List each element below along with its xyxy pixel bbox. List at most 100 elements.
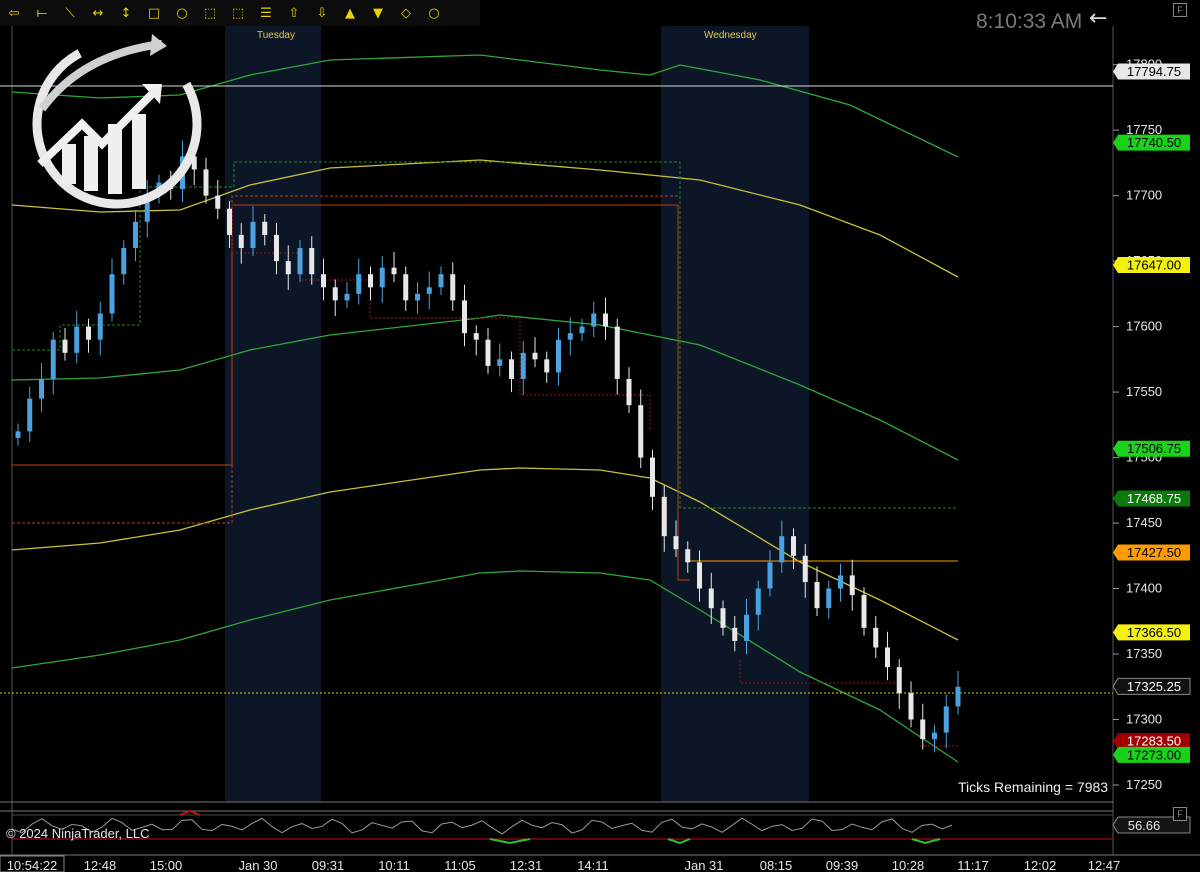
y-tick-label: 17550: [1126, 384, 1162, 399]
x-tick-label: 09:39: [826, 858, 859, 872]
x-tick-label: 10:11: [378, 858, 410, 872]
candle-body: [473, 333, 479, 340]
region-tool[interactable]: ⬚: [196, 1, 224, 25]
candle-body: [932, 732, 937, 740]
candle-body: [626, 378, 632, 406]
candle-body: [943, 706, 949, 733]
range-low-line: [12, 204, 690, 581]
ellipse-tool[interactable]: ○: [168, 1, 196, 25]
session-label-tuesday: Tuesday: [257, 30, 295, 41]
copyright-notice: © 2024 NinjaTrader, LLC: [6, 826, 150, 841]
candle-body: [638, 405, 644, 458]
back-arrow-icon[interactable]: ←: [1089, 6, 1107, 31]
x-tick-label: 10:28: [892, 858, 925, 872]
x-tick-label: 12:31: [510, 858, 543, 872]
y-tick-label: 17600: [1126, 319, 1162, 334]
back-tool[interactable]: ⇦: [0, 1, 28, 25]
candle-body: [873, 627, 879, 648]
price-tag-label: 17427.50: [1127, 545, 1181, 560]
candle-body: [744, 614, 749, 641]
y-tick-label: 17450: [1126, 515, 1162, 530]
rectangle-tool[interactable]: □: [140, 1, 168, 25]
candle-body: [661, 496, 667, 537]
candle-body: [814, 581, 820, 609]
candle-body: [685, 549, 691, 563]
triangle-up-tool[interactable]: ▲: [336, 1, 364, 25]
candle-body: [567, 333, 573, 340]
float-panel-button[interactable]: F: [1173, 3, 1187, 17]
candle-body: [227, 208, 232, 235]
x-tick-label: Jan 31: [684, 858, 723, 872]
candle-body: [368, 274, 373, 288]
price-tag-label: 17366.50: [1127, 625, 1181, 640]
float-panel-button-lower[interactable]: F: [1173, 807, 1187, 821]
triangle-down-tool[interactable]: ▼: [364, 1, 392, 25]
candle-body: [86, 326, 91, 340]
candle-body: [767, 562, 773, 589]
candle-body: [321, 274, 326, 288]
candle-body: [509, 359, 514, 379]
price-tag-label: 17794.75: [1127, 64, 1181, 79]
candle-body: [849, 575, 855, 596]
horizontal-line-tool[interactable]: ⟝: [28, 1, 56, 25]
candle-body: [121, 248, 127, 275]
x-tick-label: 12:02: [1024, 858, 1057, 872]
dashed-region-tool[interactable]: ⬚: [224, 1, 252, 25]
candle-body: [15, 431, 21, 438]
x-tick-label: 11:17: [957, 858, 989, 872]
candle-body: [885, 647, 890, 668]
line-tool[interactable]: ⟍: [56, 1, 84, 25]
x-tick-label: 10:54:22: [7, 858, 58, 872]
candle-body: [802, 555, 808, 582]
fibonacci-tool[interactable]: ☰: [252, 1, 280, 25]
candle-body: [650, 457, 655, 497]
arrow-up-tool[interactable]: ⇧: [280, 1, 308, 25]
oscillator-line: [11, 817, 953, 835]
candle-body: [297, 248, 303, 275]
clock-display: 8:10:33 AM: [976, 10, 1083, 33]
candle-body: [426, 287, 432, 294]
y-tick-label: 17700: [1126, 188, 1162, 203]
diamond-tool[interactable]: ◇: [392, 1, 420, 25]
candle-body: [250, 221, 256, 249]
circle-tool[interactable]: ○: [420, 1, 448, 25]
candle-body: [861, 595, 867, 628]
price-tag-label: 17325.25: [1127, 679, 1181, 694]
candle-body: [708, 588, 714, 609]
x-tick-label: 09:31: [312, 858, 345, 872]
drawing-toolbar: ⇦ ⟝ ⟍ ↔ ↕ □ ○ ⬚ ⬚ ☰ ⇧ ⇩ ▲ ▼ ◇ ○: [0, 0, 480, 26]
candle-body: [262, 221, 268, 235]
candle-body: [544, 359, 550, 373]
candle-body: [62, 339, 68, 353]
candle-body: [274, 234, 279, 262]
y-tick-label: 17350: [1126, 646, 1162, 661]
candle-body: [955, 686, 961, 707]
lower-band-inner: [11, 467, 959, 641]
candle-body: [438, 274, 444, 288]
candle-body: [109, 274, 115, 314]
y-tick-label: 17400: [1126, 581, 1162, 596]
candle-body: [379, 267, 385, 288]
oscillator-oversold: [489, 838, 941, 845]
candle-body: [779, 536, 785, 563]
y-tick-label: 17250: [1126, 777, 1162, 792]
middle-band: [11, 314, 959, 461]
candle-body: [97, 313, 103, 340]
candle-body: [579, 326, 585, 334]
arrow-down-tool[interactable]: ⇩: [308, 1, 336, 25]
candle-body: [755, 588, 761, 615]
vertical-line-tool[interactable]: ↕: [112, 1, 140, 25]
candle-body: [697, 562, 702, 589]
oscillator-value-label: 56.66: [1128, 818, 1161, 833]
price-tag-label: 17740.50: [1127, 135, 1181, 150]
extended-line-tool[interactable]: ↔: [84, 1, 112, 25]
candle-body: [238, 234, 244, 249]
price-tag-label: 17647.00: [1127, 258, 1181, 273]
candle-body: [39, 378, 44, 399]
session-label-wednesday: Wednesday: [704, 30, 757, 41]
candle-body: [356, 274, 362, 294]
candle-body: [556, 339, 561, 373]
candle-body: [415, 293, 420, 301]
candle-body: [896, 667, 902, 694]
candle-body: [309, 248, 315, 275]
